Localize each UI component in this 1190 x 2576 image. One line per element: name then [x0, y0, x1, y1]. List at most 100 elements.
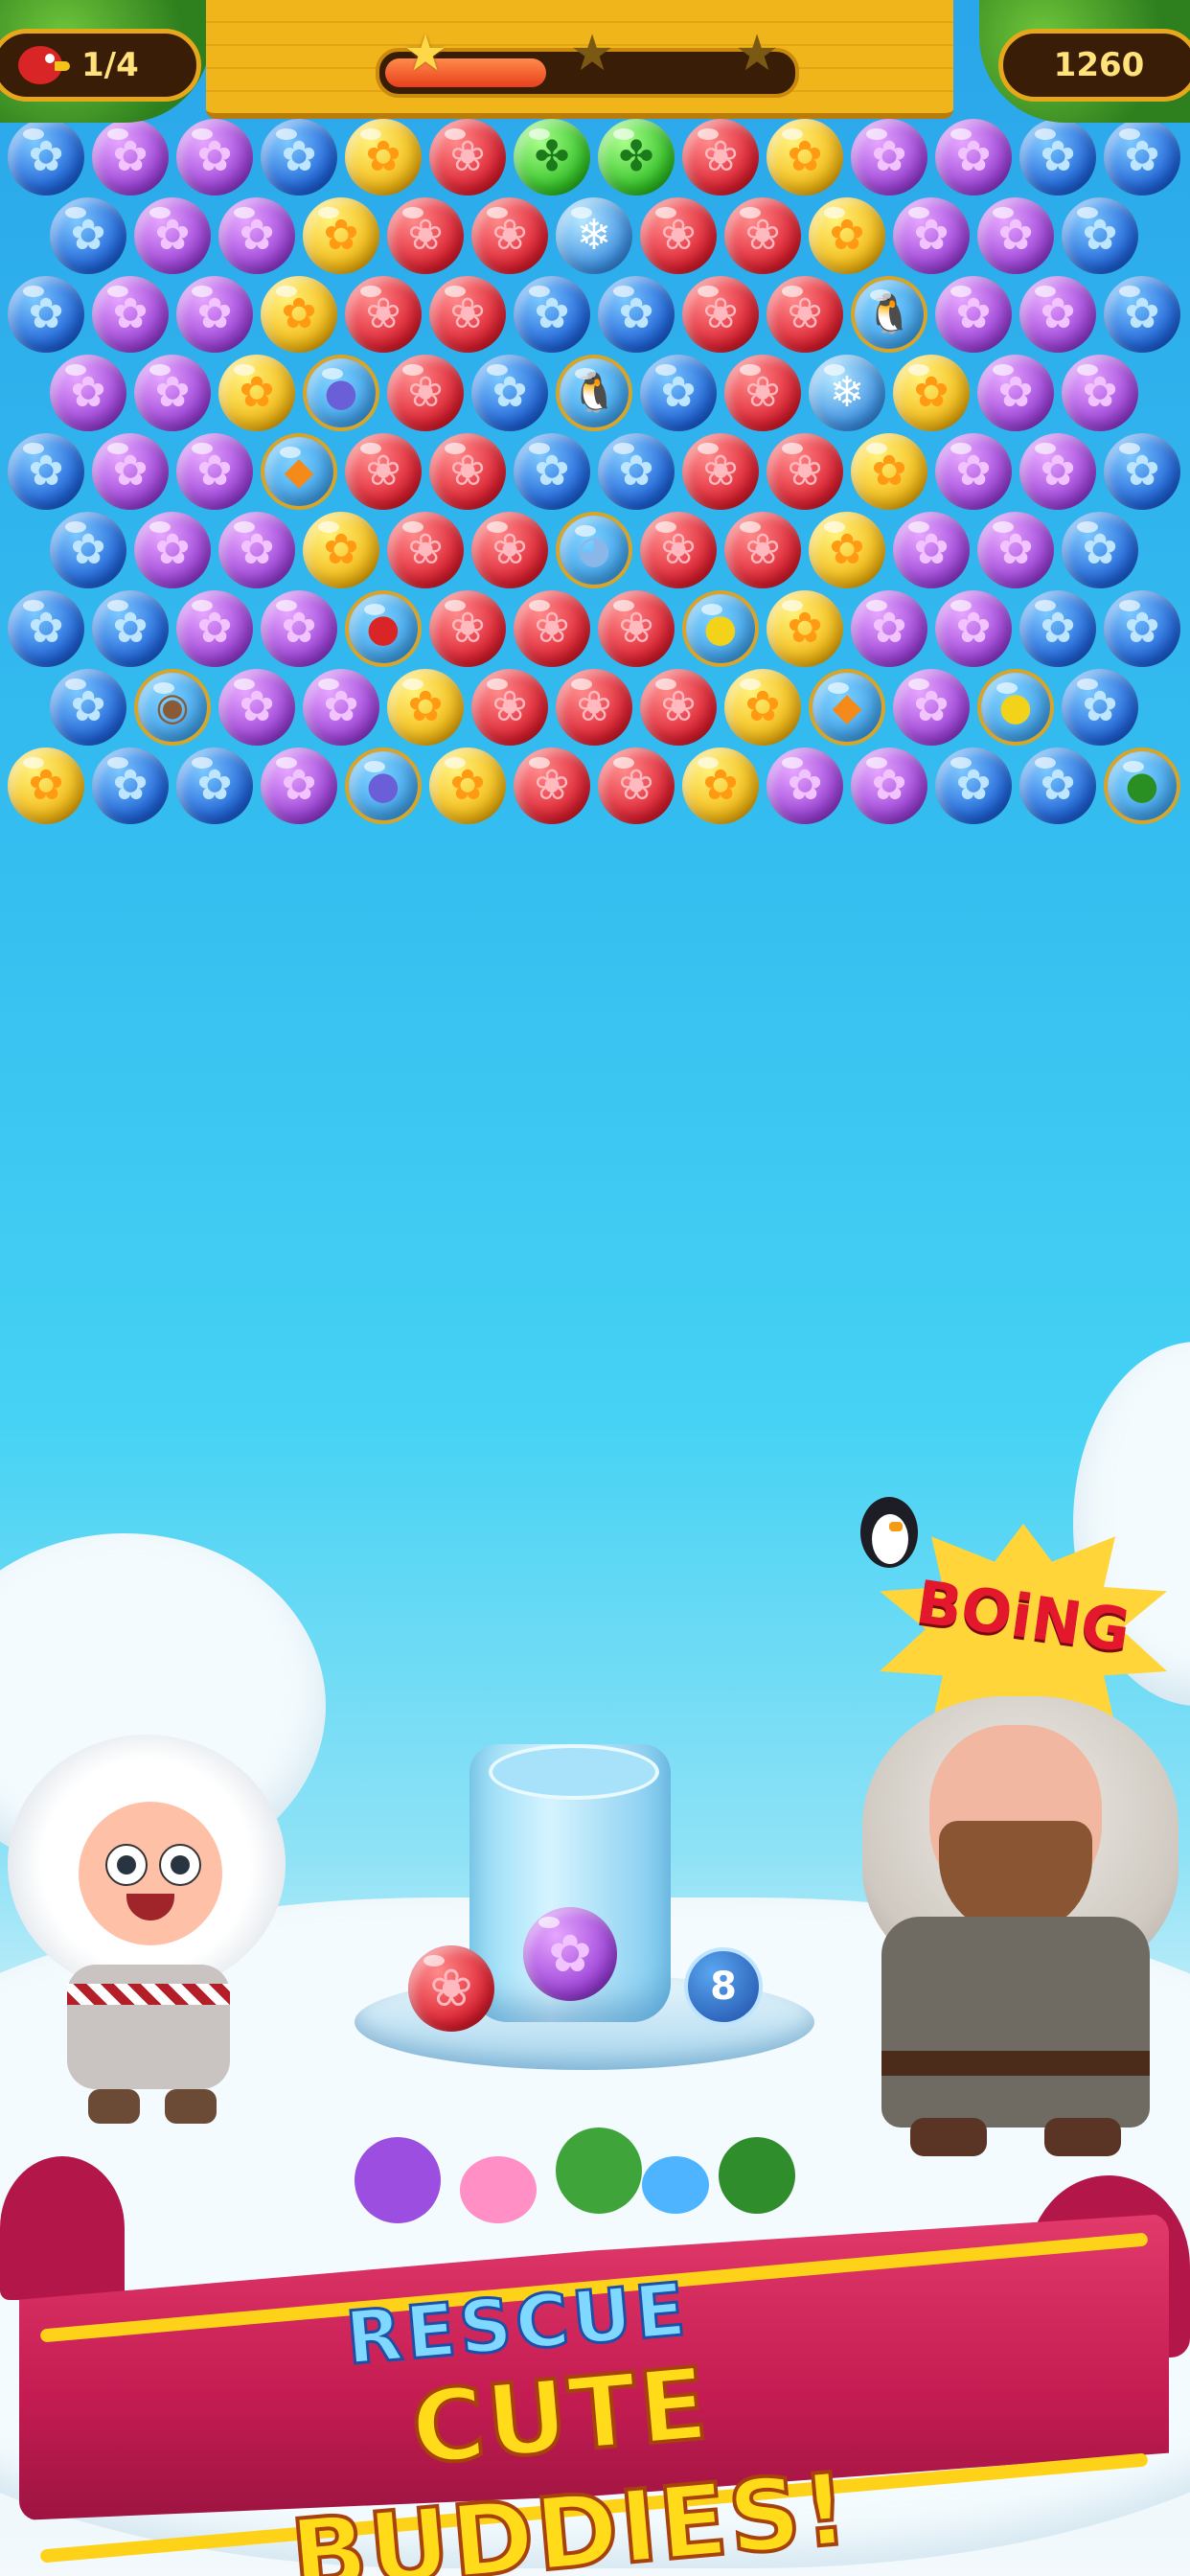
red-bubble: ❀: [429, 590, 506, 667]
purple-bubble: ✿: [134, 512, 211, 588]
score-value: 1260: [1053, 46, 1145, 84]
yellow-bubble: ✿: [767, 590, 843, 667]
purple-bubble: ✿: [1019, 276, 1096, 353]
yellow-bubble: ✿: [261, 276, 337, 353]
red-bubble: ❀: [640, 512, 717, 588]
purple-bubble: ✿: [92, 433, 169, 510]
yellow-bubble: ✿: [851, 433, 927, 510]
blue-bubble: ✿: [50, 197, 126, 274]
blue-bubble: ✿: [1019, 590, 1096, 667]
yellow-bubble: ✿: [893, 355, 970, 431]
red-bubble: ❀: [471, 669, 548, 746]
purple-bubble: ✿: [977, 197, 1054, 274]
blue-bubble: ✿: [1019, 119, 1096, 196]
ice-bubble-launcher[interactable]: ✿ ❀ 8: [355, 1744, 814, 2089]
shots-remaining-badge: 8: [684, 1947, 763, 2026]
blue-bubble: ✿: [8, 590, 84, 667]
eskimo-kid-character: [0, 1735, 297, 2137]
purple-bubble: ✿: [893, 669, 970, 746]
purple-bubble: ✿: [935, 590, 1012, 667]
purple-bubble: ✿: [893, 512, 970, 588]
blue-bubble: ✿: [598, 276, 675, 353]
purple-bubble: ✿: [176, 119, 253, 196]
yellow-bubble: ✿: [218, 355, 295, 431]
purple-bubble: ✿: [893, 197, 970, 274]
yellow-bubble: ✿: [724, 669, 801, 746]
top-hud: 1/4 ★ ★ ★ 1260: [0, 0, 1190, 123]
blue-bubble: ✿: [1104, 119, 1180, 196]
rescue-goal-counter: 1/4: [0, 29, 201, 102]
yellow-bubble: ✿: [345, 119, 422, 196]
purple-bubble: ✿: [134, 197, 211, 274]
promo-banner: RESCUE CUTE BUDDIES!: [0, 2137, 1190, 2576]
red-bubble: ❀: [514, 748, 590, 824]
current-bubble[interactable]: ✿: [523, 1907, 617, 2001]
blue-bubble: ✿: [1104, 276, 1180, 353]
purple-bubble: ✿: [50, 355, 126, 431]
red-bubble: ❀: [387, 355, 464, 431]
purple-bubble: ✿: [1062, 355, 1138, 431]
monkey-buddy-bubble: ◉: [134, 669, 211, 746]
star-icon-1: ★: [402, 25, 448, 82]
bird-buddy-bubble: ●: [345, 590, 422, 667]
blue-bubble: ✿: [1104, 433, 1180, 510]
purple-bubble: ✿: [1019, 433, 1096, 510]
blue-bubble: ✿: [1062, 197, 1138, 274]
blue-bubble: ✿: [1062, 512, 1138, 588]
red-bubble: ❀: [682, 119, 759, 196]
fish-buddy-bubble: ◆: [809, 669, 885, 746]
red-bubble: ❀: [514, 590, 590, 667]
seal-buddy-bubble: ●: [345, 748, 422, 824]
blue-bubble: ✿: [176, 748, 253, 824]
red-bubble: ❀: [387, 197, 464, 274]
purple-bubble: ✿: [935, 433, 1012, 510]
red-bubble: ❀: [598, 590, 675, 667]
red-bubble: ❀: [682, 433, 759, 510]
rescue-goal-text: 1/4: [81, 46, 139, 84]
yellow-bubble: ✿: [387, 669, 464, 746]
green-bubble: ✤: [514, 119, 590, 196]
ice-bubble: ❄: [809, 355, 885, 431]
blue-bubble: ✿: [471, 355, 548, 431]
red-bubble: ❀: [767, 276, 843, 353]
yellow-bubble: ✿: [8, 748, 84, 824]
bubble-board[interactable]: ✿ ✿ ✿ ✿ ✿ ❀ ✤ ✤ ❀ ✿ ✿ ✿ ✿ ✿ ✿ ✿ ✿ ✿ ❀ ❀ ❄ ❀ ❀ ✿ ✿ ✿ ✿ ✿ ✿ ✿ ✿ ❀ ❀ ✿ ✿ ❀ ❀ 🐧 ✿ ✿…: [0, 0, 1190, 862]
red-bubble: ❀: [724, 512, 801, 588]
red-bubble: ❀: [767, 433, 843, 510]
blue-bubble: ✿: [1104, 590, 1180, 667]
frog-buddy-bubble: ●: [1104, 748, 1180, 824]
penguin-buddy-bubble: 🐧: [851, 276, 927, 353]
game-stage[interactable]: ✿ ✿ ✿ ✿ ✿ ❀ ✤ ✤ ❀ ✿ ✿ ✿ ✿ ✿ ✿ ✿ ✿ ✿ ❀ ❀ ❄ ❀ ❀ ✿ ✿ ✿ ✿ ✿ ✿ ✿ ✿ ❀ ❀ ✿ ✿ ❀ ❀ 🐧 ✿ ✿…: [0, 0, 1190, 2576]
red-bubble: ❀: [682, 276, 759, 353]
purple-bubble: ✿: [92, 276, 169, 353]
red-bubble: ❀: [640, 197, 717, 274]
purple-bubble: ✿: [303, 669, 379, 746]
yellow-bubble: ✿: [682, 748, 759, 824]
purple-bubble: ✿: [977, 355, 1054, 431]
blue-bubble: ✿: [261, 119, 337, 196]
penguin-buddy-bubble: 🐧: [556, 355, 632, 431]
red-bubble: ❀: [429, 119, 506, 196]
red-bubble: ❀: [429, 433, 506, 510]
bee-buddy-bubble: ●: [977, 669, 1054, 746]
bee-buddy-bubble: ●: [682, 590, 759, 667]
purple-bubble: ✿: [92, 119, 169, 196]
purple-bubble: ✿: [851, 748, 927, 824]
red-bubble: ❀: [724, 197, 801, 274]
red-bubble: ❀: [471, 197, 548, 274]
red-bubble: ❀: [598, 748, 675, 824]
purple-bubble: ✿: [977, 512, 1054, 588]
purple-bubble: ✿: [261, 748, 337, 824]
star-icon-2: ★: [569, 25, 615, 82]
next-bubble[interactable]: ❀: [408, 1945, 494, 2032]
old-man-character: [843, 1696, 1190, 2166]
banner-curl-left: [0, 2156, 125, 2300]
blue-bubble: ✿: [598, 433, 675, 510]
red-bubble: ❀: [640, 669, 717, 746]
yellow-bubble: ✿: [429, 748, 506, 824]
blue-bubble: ✿: [514, 276, 590, 353]
koala-buddy-bubble: ◕: [556, 512, 632, 588]
red-bubble: ❀: [429, 276, 506, 353]
blue-bubble: ✿: [50, 669, 126, 746]
red-bird-icon: [16, 40, 72, 90]
